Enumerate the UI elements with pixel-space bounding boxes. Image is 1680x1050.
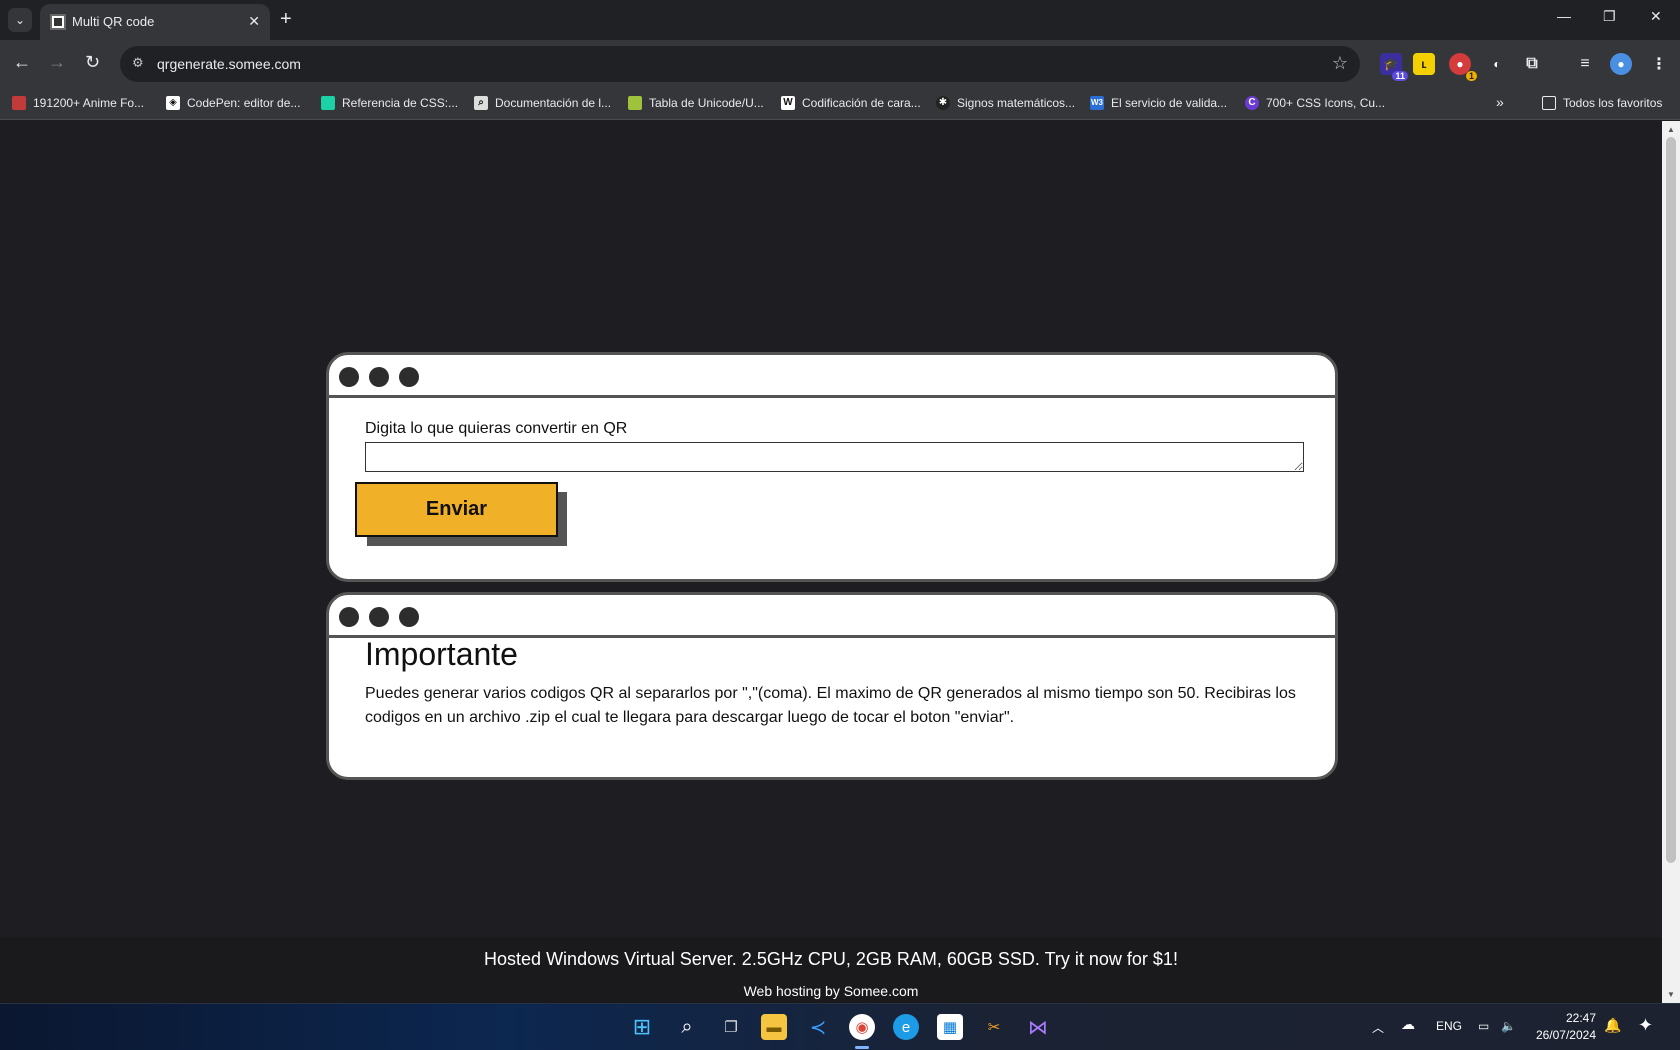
scroll-down-arrow-icon[interactable]: ▼: [1667, 990, 1675, 999]
window-dot: [399, 607, 419, 627]
search-icon[interactable]: ⌕: [674, 1014, 700, 1040]
hosting-ad-footer: Hosted Windows Virtual Server. 2.5GHz CP…: [0, 937, 1662, 1003]
card-header: [329, 355, 1335, 398]
new-tab-button[interactable]: +: [280, 8, 292, 30]
send-button[interactable]: Enviar: [355, 482, 558, 537]
page-content: Digita lo que quieras convertir en QR En…: [0, 121, 1662, 1003]
bookmark-item[interactable]: W Codificación de cara...: [781, 96, 921, 110]
task-view-icon[interactable]: ❐: [718, 1014, 744, 1040]
media-queue-icon[interactable]: ≡: [1574, 53, 1596, 75]
active-tab[interactable]: Multi QR code ✕: [40, 4, 270, 40]
tab-search-button[interactable]: ⌄: [8, 8, 32, 32]
back-button[interactable]: ←: [13, 52, 31, 72]
taskbar-clock[interactable]: 22:47 26/07/2024: [1536, 1010, 1596, 1044]
network-icon[interactable]: ▭: [1478, 1019, 1489, 1033]
bookmark-item[interactable]: 191200+ Anime Fo...: [12, 96, 144, 110]
onedrive-cloud-icon[interactable]: ☁: [1401, 1016, 1415, 1033]
bookmark-item[interactable]: Referencia de CSS:...: [321, 96, 458, 110]
profile-avatar-icon[interactable]: ●: [1610, 53, 1632, 75]
chevron-down-icon: ⌄: [14, 13, 26, 27]
bookmark-star-icon[interactable]: ☆: [1332, 53, 1348, 74]
folder-icon: [1542, 96, 1556, 110]
chrome-icon[interactable]: ◉: [849, 1014, 875, 1040]
vscode-icon[interactable]: ≺: [805, 1014, 831, 1040]
docs-search-icon: ⌕: [474, 96, 488, 110]
puzzle-icon[interactable]: ⧉: [1521, 53, 1543, 75]
info-title: Importante: [365, 636, 518, 672]
address-bar[interactable]: ⚙ qrgenerate.somee.com ☆: [120, 46, 1360, 82]
css-icons-icon: C: [1245, 96, 1259, 110]
unicode-table-icon: [628, 96, 642, 110]
qr-text-input[interactable]: [365, 442, 1304, 472]
math-symbols-icon: ✱: [936, 96, 950, 110]
clock-date: 26/07/2024: [1535, 1028, 1596, 1042]
reload-button[interactable]: ↻: [85, 52, 100, 72]
bookmark-item[interactable]: ◈ CodePen: editor de...: [166, 96, 300, 110]
start-icon[interactable]: ⊞: [629, 1014, 655, 1040]
info-card: Importante Puedes generar varios codigos…: [326, 592, 1338, 780]
window-dot: [399, 367, 419, 387]
all-bookmarks-folder[interactable]: Todos los favoritos: [1542, 96, 1662, 110]
bookmarks-overflow-button[interactable]: »: [1496, 94, 1504, 110]
window-dot: [369, 607, 389, 627]
tab-strip: ⌄ Multi QR code ✕ + — ❐ ✕: [0, 0, 1680, 40]
tray-overflow-chevron-icon[interactable]: ︿: [1372, 1019, 1384, 1036]
copilot-icon[interactable]: ✦: [1638, 1015, 1653, 1036]
clock-time: 22:47: [1565, 1011, 1596, 1025]
tab-title: Multi QR code: [72, 14, 155, 29]
anime-site-icon: [12, 96, 26, 110]
close-window-button[interactable]: ✕: [1650, 8, 1662, 25]
ad-link[interactable]: Hosted Windows Virtual Server. 2.5GHz CP…: [0, 949, 1662, 970]
bookmark-item[interactable]: ✱ Signos matemáticos...: [936, 96, 1075, 110]
edge-icon[interactable]: e: [893, 1014, 919, 1040]
file-explorer-icon[interactable]: ▬: [761, 1014, 787, 1040]
restore-button[interactable]: ❐: [1603, 8, 1616, 25]
bookmark-item[interactable]: W3 El servicio de valida...: [1090, 96, 1227, 110]
bookmarks-bar: 191200+ Anime Fo... ◈ CodePen: editor de.…: [0, 88, 1680, 120]
windows-taskbar: ⊞ ⌕ ❐ ▬ ≺ ◉ e ▦ ✂ ⋈ ︿ ☁ ENG ▭ 🔈 22:47 26…: [0, 1003, 1680, 1050]
window-dot: [339, 367, 359, 387]
page-scrollbar[interactable]: ▲ ▼: [1662, 121, 1680, 1003]
window-dot: [339, 607, 359, 627]
lightning-icon[interactable]: ʟ: [1413, 53, 1435, 75]
hosting-link[interactable]: Web hosting by Somee.com: [0, 983, 1662, 999]
info-text: Puedes generar varios codigos QR al sepa…: [365, 685, 1296, 726]
url-text[interactable]: qrgenerate.somee.com: [157, 56, 301, 72]
site-settings-icon[interactable]: ⚙: [132, 55, 150, 73]
forward-button[interactable]: →: [48, 52, 66, 72]
language-indicator[interactable]: ENG: [1436, 1019, 1462, 1033]
bookmark-item[interactable]: Tabla de Unicode/U...: [628, 96, 764, 110]
mdn-icon: [321, 96, 335, 110]
bookmark-item[interactable]: ⌕ Documentación de l...: [474, 96, 611, 110]
bookmark-item[interactable]: C 700+ CSS Icons, Cu...: [1245, 96, 1385, 110]
active-app-indicator: [855, 1046, 869, 1049]
notification-bell-icon[interactable]: 🔔: [1604, 1017, 1621, 1034]
w3c-icon: W3: [1090, 96, 1104, 110]
qr-favicon-icon: [50, 14, 66, 30]
graduation-cap-icon[interactable]: 🎓 11: [1380, 53, 1408, 81]
circle-half-icon[interactable]: ◐: [1486, 53, 1508, 75]
minimize-button[interactable]: —: [1557, 8, 1571, 24]
snipping-tool-icon[interactable]: ✂: [981, 1014, 1007, 1040]
scroll-up-arrow-icon[interactable]: ▲: [1667, 125, 1675, 134]
qr-form-card: Digita lo que quieras convertir en QR En…: [326, 352, 1338, 582]
volume-icon[interactable]: 🔈: [1501, 1019, 1516, 1033]
store-icon[interactable]: ▦: [937, 1014, 963, 1040]
codepen-icon: ◈: [166, 96, 180, 110]
qr-input-label: Digita lo que quieras convertir en QR: [365, 420, 628, 437]
visual-studio-icon[interactable]: ⋈: [1025, 1014, 1051, 1040]
wikipedia-icon: W: [781, 96, 795, 110]
scroll-thumb[interactable]: [1666, 137, 1676, 863]
window-dot: [369, 367, 389, 387]
tab-close-icon[interactable]: ✕: [248, 13, 260, 30]
card-header: [329, 595, 1335, 638]
record-icon[interactable]: ● 1: [1449, 53, 1477, 81]
more-menu-icon[interactable]: ⋮: [1648, 53, 1670, 75]
